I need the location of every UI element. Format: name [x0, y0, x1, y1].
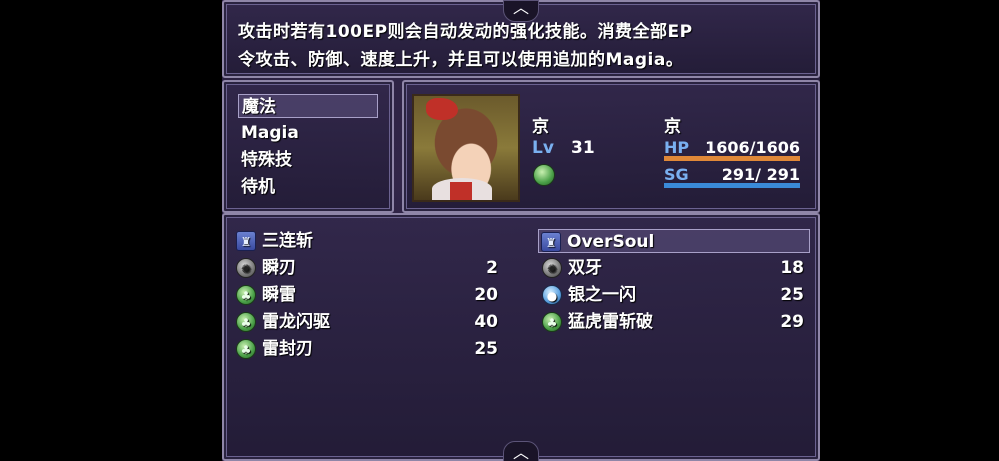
skill-item[interactable]: ● 银之一闪 25 [540, 283, 804, 307]
hp-label: HP [664, 138, 690, 157]
skill-item[interactable]: ♜ 三连斩 [234, 229, 504, 253]
skill-name: OverSoul [567, 232, 655, 252]
command-magic[interactable]: 魔法 [238, 94, 378, 118]
actor-face-portrait [412, 94, 520, 202]
help-text-line-1: 攻击时若有100EP则会自动发动的强化技能。消费全部EP [238, 22, 693, 42]
skill-cost: 20 [474, 285, 498, 305]
magia-icon: ♜ [541, 232, 561, 252]
skill-item[interactable]: ♣ 猛虎雷斩破 29 [540, 310, 804, 334]
scroll-up-icon[interactable]: ︿ [503, 0, 539, 22]
ribbon-decoration [426, 98, 458, 120]
wind-orb-icon: ♣ [236, 312, 256, 332]
command-special[interactable]: 特殊技 [238, 148, 381, 172]
skill-list-window: ♜ 三连斩 ♜ OverSoul ✺ 瞬刃 2 ✺ 双牙 18 ♣ 瞬雷 20 … [222, 213, 820, 461]
skill-item-selected[interactable]: ♜ OverSoul [538, 229, 810, 253]
skill-name: 猛虎雷斩破 [568, 312, 653, 332]
skill-cost: 29 [780, 312, 804, 332]
skill-item[interactable]: ♣ 瞬雷 20 [234, 283, 498, 307]
skill-name: 双牙 [568, 258, 602, 278]
level-label: Lv [532, 138, 554, 158]
skill-name: 瞬刃 [262, 258, 296, 278]
hp-value: 1606/1606 [705, 138, 800, 157]
skill-name: 雷龙闪驱 [262, 312, 330, 332]
scroll-down-icon[interactable]: ︿ [503, 441, 539, 461]
gray-orb-icon: ✺ [542, 258, 562, 278]
skill-item[interactable]: ♣ 雷龙闪驱 40 [234, 310, 498, 334]
skill-cost: 25 [780, 285, 804, 305]
skill-cost: 25 [474, 339, 498, 359]
skill-cost: 40 [474, 312, 498, 332]
skill-type-command-window: 魔法 Magia 特殊技 待机 [222, 80, 394, 213]
hp-gauge [664, 156, 800, 161]
skill-name: 银之一闪 [568, 285, 636, 305]
tie-decoration [450, 182, 472, 200]
command-magia[interactable]: Magia [238, 121, 381, 145]
sg-label: SG [664, 165, 689, 184]
actor-status-window: 京 京 Lv 31 HP 1606/1606 SG 291/ 291 [402, 80, 820, 213]
help-text-line-2: 令攻击、防御、速度上升，并且可以使用追加的Magia。 [238, 50, 684, 70]
skill-name: 雷封刃 [262, 339, 313, 359]
game-screen: 攻击时若有100EP则会自动发动的强化技能。消费全部EP 令攻击、防御、速度上升… [222, 0, 820, 461]
hp-gauge-fill [664, 156, 800, 161]
skill-item[interactable]: ✺ 瞬刃 2 [234, 256, 498, 280]
actor-nickname: 京 [664, 117, 681, 137]
skill-item[interactable]: ♣ 雷封刃 25 [234, 337, 498, 361]
actor-name: 京 [532, 117, 549, 137]
wind-orb-icon: ♣ [236, 285, 256, 305]
sg-gauge [664, 183, 800, 188]
level-value: 31 [571, 138, 595, 158]
magia-icon: ♜ [236, 231, 256, 251]
skill-name: 三连斩 [262, 231, 313, 251]
command-wait[interactable]: 待机 [238, 175, 381, 199]
wind-orb-icon: ♣ [236, 339, 256, 359]
skill-item[interactable]: ✺ 双牙 18 [540, 256, 804, 280]
skill-cost: 2 [486, 258, 498, 278]
water-orb-icon: ● [542, 285, 562, 305]
sg-value: 291/ 291 [721, 165, 800, 184]
gray-orb-icon: ✺ [236, 258, 256, 278]
wind-orb-icon: ♣ [542, 312, 562, 332]
skill-cost: 18 [780, 258, 804, 278]
skill-name: 瞬雷 [262, 285, 296, 305]
wind-orb-icon [533, 164, 555, 186]
sg-gauge-fill [664, 183, 800, 188]
